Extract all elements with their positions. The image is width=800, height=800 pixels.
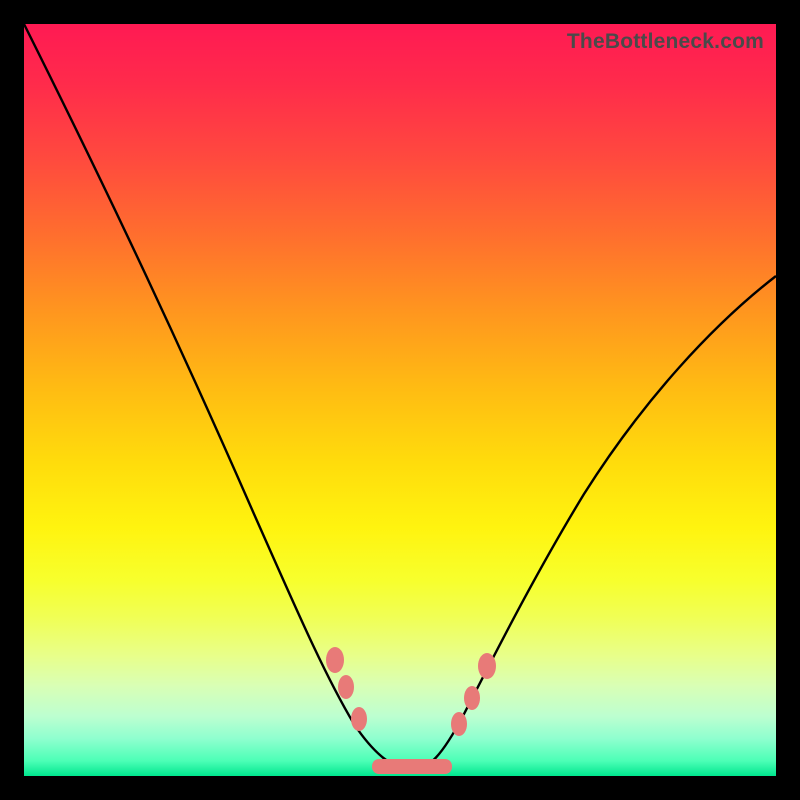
marker-left-lower-dot: [351, 707, 367, 731]
marker-bottom-flat-bar: [372, 759, 452, 774]
bottleneck-curve: [24, 24, 776, 770]
marker-right-mid-dot: [464, 686, 480, 710]
chart-svg: [24, 24, 776, 776]
marker-right-lower-dot: [451, 712, 467, 736]
marker-right-upper-dot: [478, 653, 496, 679]
chart-frame: TheBottleneck.com: [0, 0, 800, 800]
plot-area: TheBottleneck.com: [24, 24, 776, 776]
marker-left-mid-dot: [338, 675, 354, 699]
marker-left-upper-dot: [326, 647, 344, 673]
